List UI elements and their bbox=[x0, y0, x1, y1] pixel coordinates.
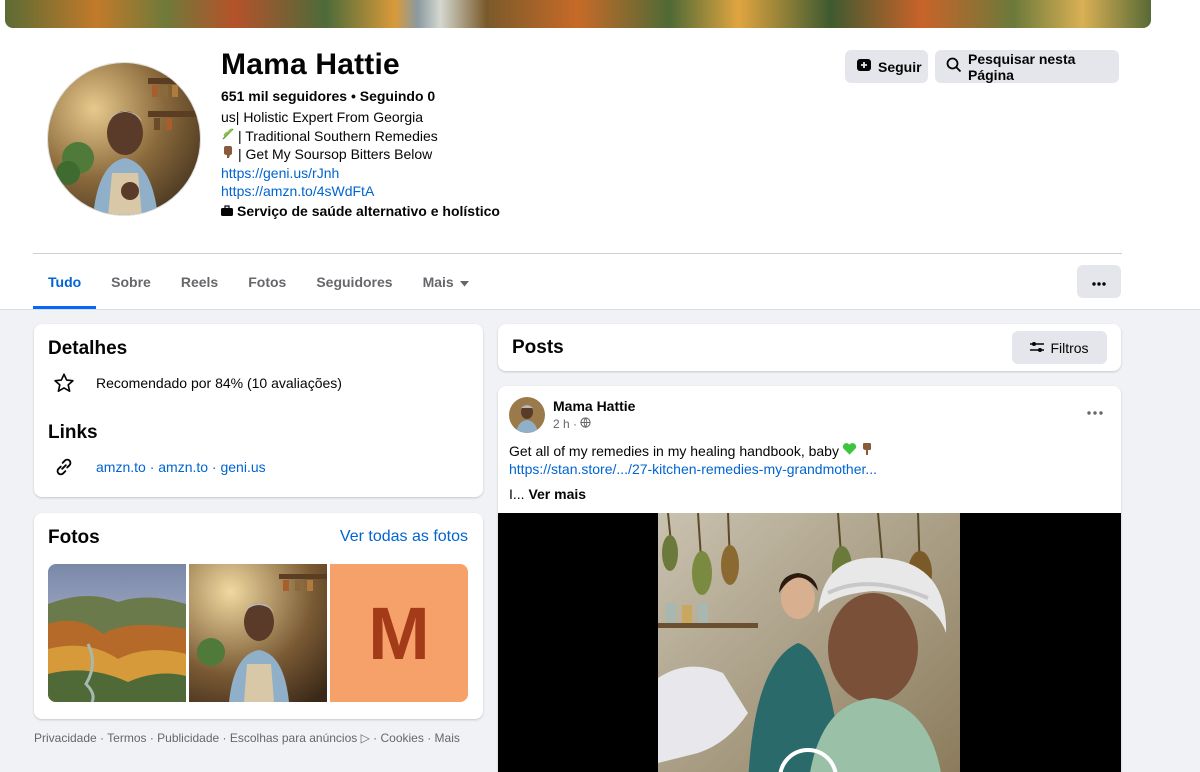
search-page-button[interactable]: Pesquisar nesta Página bbox=[935, 50, 1119, 83]
bio-line-1: us| Holistic Expert From Georgia bbox=[221, 109, 424, 125]
tab-all[interactable]: Tudo bbox=[33, 256, 97, 309]
details-title: Detalhes bbox=[48, 338, 128, 359]
post-see-more-row: I... Ver mais bbox=[509, 486, 586, 502]
bio-line-3: | Get My Soursop Bitters Below bbox=[221, 145, 500, 164]
bio-line-3-text: | Get My Soursop Bitters Below bbox=[238, 146, 433, 162]
green-heart-icon bbox=[842, 442, 857, 460]
tab-label: Sobre bbox=[111, 274, 151, 290]
tab-label: Mais bbox=[422, 274, 454, 290]
category-label: Serviço de saúde alternativo e holístico bbox=[237, 202, 500, 219]
post-truncated-text: I... bbox=[509, 486, 525, 502]
tab-reels[interactable]: Reels bbox=[166, 256, 233, 308]
post-video[interactable] bbox=[498, 513, 1121, 772]
bio-link-geni[interactable]: https://geni.us/rJnh bbox=[221, 164, 500, 183]
tab-about[interactable]: Sobre bbox=[96, 256, 166, 308]
details-card: Detalhes Recomendado por 84% (10 avaliaç… bbox=[34, 324, 483, 497]
links-title: Links bbox=[48, 422, 98, 443]
post-text: Get all of my remedies in my healing han… bbox=[509, 443, 839, 459]
links-list[interactable]: amzn.to · amzn.to · geni.us bbox=[96, 459, 266, 475]
profile-avatar[interactable] bbox=[47, 62, 201, 216]
follower-stats[interactable]: 651 mil seguidores • Seguindo 0 bbox=[221, 88, 435, 104]
pointing-hand-icon bbox=[221, 145, 235, 164]
tab-followers[interactable]: Seguidores bbox=[301, 256, 407, 308]
links-row: amzn.to · amzn.to · geni.us bbox=[48, 456, 266, 478]
briefcase-icon bbox=[221, 202, 233, 221]
post-author-name[interactable]: Mama Hattie bbox=[553, 398, 635, 414]
more-options-button[interactable] bbox=[1077, 265, 1121, 298]
posts-title: Posts bbox=[512, 337, 564, 358]
tab-photos[interactable]: Fotos bbox=[233, 256, 301, 308]
post-body: Get all of my remedies in my healing han… bbox=[509, 442, 877, 478]
follow-button[interactable]: Seguir bbox=[845, 50, 928, 83]
follow-label: Seguir bbox=[878, 58, 922, 75]
cover-photo[interactable] bbox=[5, 0, 1151, 28]
bio-link-amazon[interactable]: https://amzn.to/4sWdFtA bbox=[221, 182, 500, 201]
filter-sliders-icon bbox=[1030, 340, 1045, 356]
see-all-photos-link[interactable]: Ver todas as fotos bbox=[340, 528, 468, 546]
search-icon bbox=[946, 57, 962, 76]
bio-line-2: | Traditional Southern Remedies bbox=[221, 127, 500, 146]
page-category: Serviço de saúde alternativo e holístico bbox=[221, 202, 500, 221]
page-title: Mama Hattie bbox=[221, 48, 400, 81]
video-frame bbox=[658, 513, 960, 772]
bio: us| Holistic Expert From Georgia | Tradi… bbox=[221, 108, 500, 220]
caret-down-icon bbox=[459, 274, 469, 290]
follow-icon bbox=[856, 57, 872, 76]
bio-line-2-text: | Traditional Southern Remedies bbox=[238, 127, 438, 144]
link-icon bbox=[48, 456, 80, 478]
photo-thumb-letter[interactable]: M bbox=[330, 564, 468, 702]
rating-text[interactable]: Recomendado por 84% (10 avaliações) bbox=[96, 375, 342, 391]
see-more-link[interactable]: Ver mais bbox=[528, 486, 586, 502]
profile-tabs: Tudo Sobre Reels Fotos Seguidores Mais bbox=[33, 256, 484, 309]
post-author-avatar[interactable] bbox=[509, 397, 545, 433]
globe-icon bbox=[580, 417, 591, 431]
post-options-button[interactable] bbox=[1087, 402, 1103, 420]
posts-header-card: Posts Filtros bbox=[498, 324, 1121, 371]
header-divider bbox=[33, 253, 1122, 254]
tab-more[interactable]: Mais bbox=[408, 256, 484, 308]
photo-thumb-herbalist[interactable] bbox=[189, 564, 327, 702]
footer-links[interactable]: Privacidade · Termos · Publicidade · Esc… bbox=[34, 731, 460, 745]
filters-label: Filtros bbox=[1050, 339, 1089, 356]
pointing-down-icon bbox=[860, 442, 874, 460]
photos-title: Fotos bbox=[48, 527, 100, 548]
tab-label: Fotos bbox=[248, 274, 287, 290]
rating-row: Recomendado por 84% (10 avaliações) bbox=[48, 372, 342, 394]
post-card: Mama Hattie 2 h · Get all of my remedies… bbox=[498, 386, 1121, 772]
search-page-label: Pesquisar nesta Página bbox=[968, 50, 1076, 83]
tab-label: Seguidores bbox=[316, 274, 393, 290]
profile-header: Mama Hattie 651 mil seguidores • Seguind… bbox=[0, 0, 1200, 310]
tab-label: Reels bbox=[180, 274, 219, 290]
post-link[interactable]: https://stan.store/.../27-kitchen-remedi… bbox=[509, 461, 877, 477]
star-icon bbox=[48, 372, 80, 394]
filters-button[interactable]: Filtros bbox=[1012, 331, 1107, 364]
photos-card: Fotos Ver todas as fotos M bbox=[34, 513, 483, 719]
herb-icon bbox=[221, 127, 235, 146]
post-time[interactable]: 2 h · bbox=[553, 417, 577, 431]
letter-tile-text: M bbox=[368, 591, 430, 675]
post-meta: 2 h · bbox=[553, 417, 591, 431]
ellipsis-icon bbox=[1092, 273, 1106, 291]
photo-thumb-landscape[interactable] bbox=[48, 564, 186, 702]
tab-label: Tudo bbox=[48, 274, 82, 290]
